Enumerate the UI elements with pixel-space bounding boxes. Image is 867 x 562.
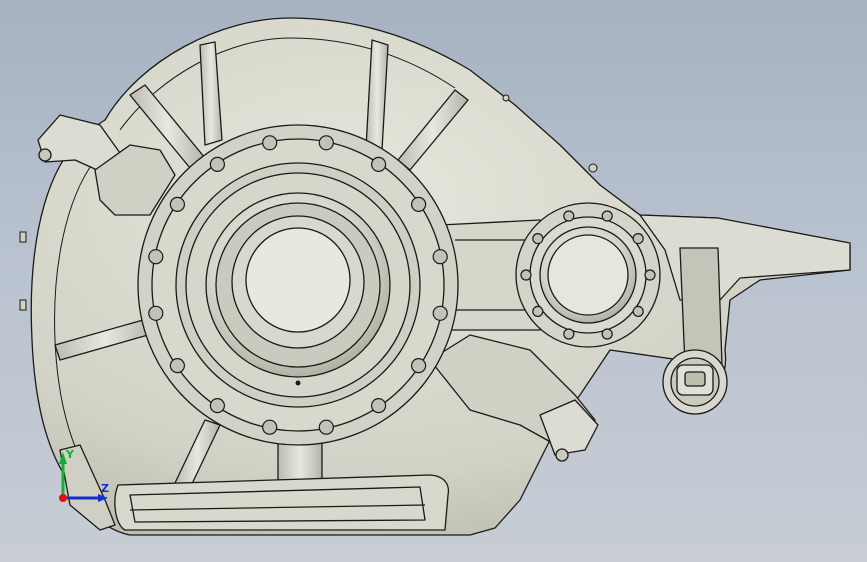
bolt-hole [318, 135, 334, 151]
bolt-hole [209, 398, 225, 414]
triad-y-label: Y [65, 448, 75, 461]
gearbox-housing-model[interactable]: Y Z [0, 0, 867, 562]
bolt-hole [432, 305, 448, 321]
bore-center-mark [295, 380, 301, 386]
triad-x-axis [59, 494, 67, 502]
bolt-hole [371, 156, 387, 172]
bolt-hole [532, 305, 544, 317]
bolt-hole [371, 398, 387, 414]
arm-right-face [679, 247, 723, 366]
bolt-hole [563, 328, 575, 340]
bolt-hole [411, 196, 427, 212]
bolt-hole [632, 233, 644, 245]
bolt-hole [532, 233, 544, 245]
cad-3d-viewport[interactable]: Y Z [0, 0, 867, 562]
bolt-hole [644, 269, 656, 281]
bolt-hole [563, 210, 575, 222]
bolt-hole [601, 210, 613, 222]
bolt-hole [262, 135, 278, 151]
small-bearing-bore [547, 234, 629, 316]
bolt-hole [169, 196, 185, 212]
housing-body [30, 17, 851, 536]
bolt-hole [209, 156, 225, 172]
edge-pin-top [19, 231, 27, 243]
edge-pin-bottom [19, 299, 27, 311]
bolt-hole [432, 249, 448, 265]
triad-z-label: Z [101, 482, 109, 495]
top-plug [502, 94, 510, 102]
bolt-hole [148, 249, 164, 265]
bolt-hole [148, 305, 164, 321]
bolt-hole [318, 419, 334, 435]
hanger-slot [684, 371, 706, 387]
bolt-hole [601, 328, 613, 340]
bolt-hole [169, 358, 185, 374]
bolt-hole [632, 305, 644, 317]
bolt-hole [520, 269, 532, 281]
large-bearing-bore [245, 227, 351, 333]
lug-bolt-left [38, 148, 52, 162]
lug-bolt-lower-right [555, 448, 569, 462]
bolt-hole [262, 419, 278, 435]
bolt-hole [411, 358, 427, 374]
top-vent [588, 163, 598, 173]
